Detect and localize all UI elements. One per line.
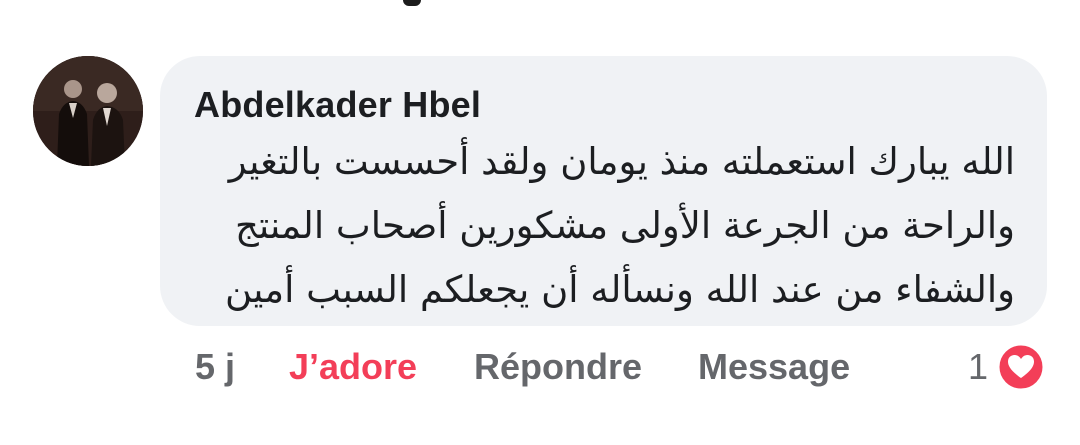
comment-actions: 5 j J’adore Répondre Message 1: [0, 346, 1080, 394]
heart-reaction-icon[interactable]: [996, 342, 1046, 392]
comment-line: والشفاء من عند الله ونسأله أن يجعلكم الس…: [224, 268, 1015, 311]
avatar[interactable]: [33, 56, 143, 166]
comment-author[interactable]: Abdelkader Hbel: [194, 84, 481, 126]
comment-bubble[interactable]: Abdelkader Hbel الله يبارك استعملته منذ …: [160, 56, 1047, 326]
comment-timestamp[interactable]: 5 j: [195, 346, 235, 388]
love-reaction-button[interactable]: J’adore: [289, 346, 417, 388]
reaction-count[interactable]: 1: [968, 346, 988, 388]
comment-text: الله يبارك استعملته منذ يومان ولقد أحسست…: [195, 130, 1015, 322]
comment-line: والراحة من الجرعة الأولى مشكورين أصحاب ا…: [234, 204, 1015, 247]
message-button[interactable]: Message: [698, 346, 850, 388]
previous-content-fragment: [403, 0, 421, 6]
comment-line: الله يبارك استعملته منذ يومان ولقد أحسست…: [228, 140, 1015, 183]
reply-button[interactable]: Répondre: [474, 346, 642, 388]
